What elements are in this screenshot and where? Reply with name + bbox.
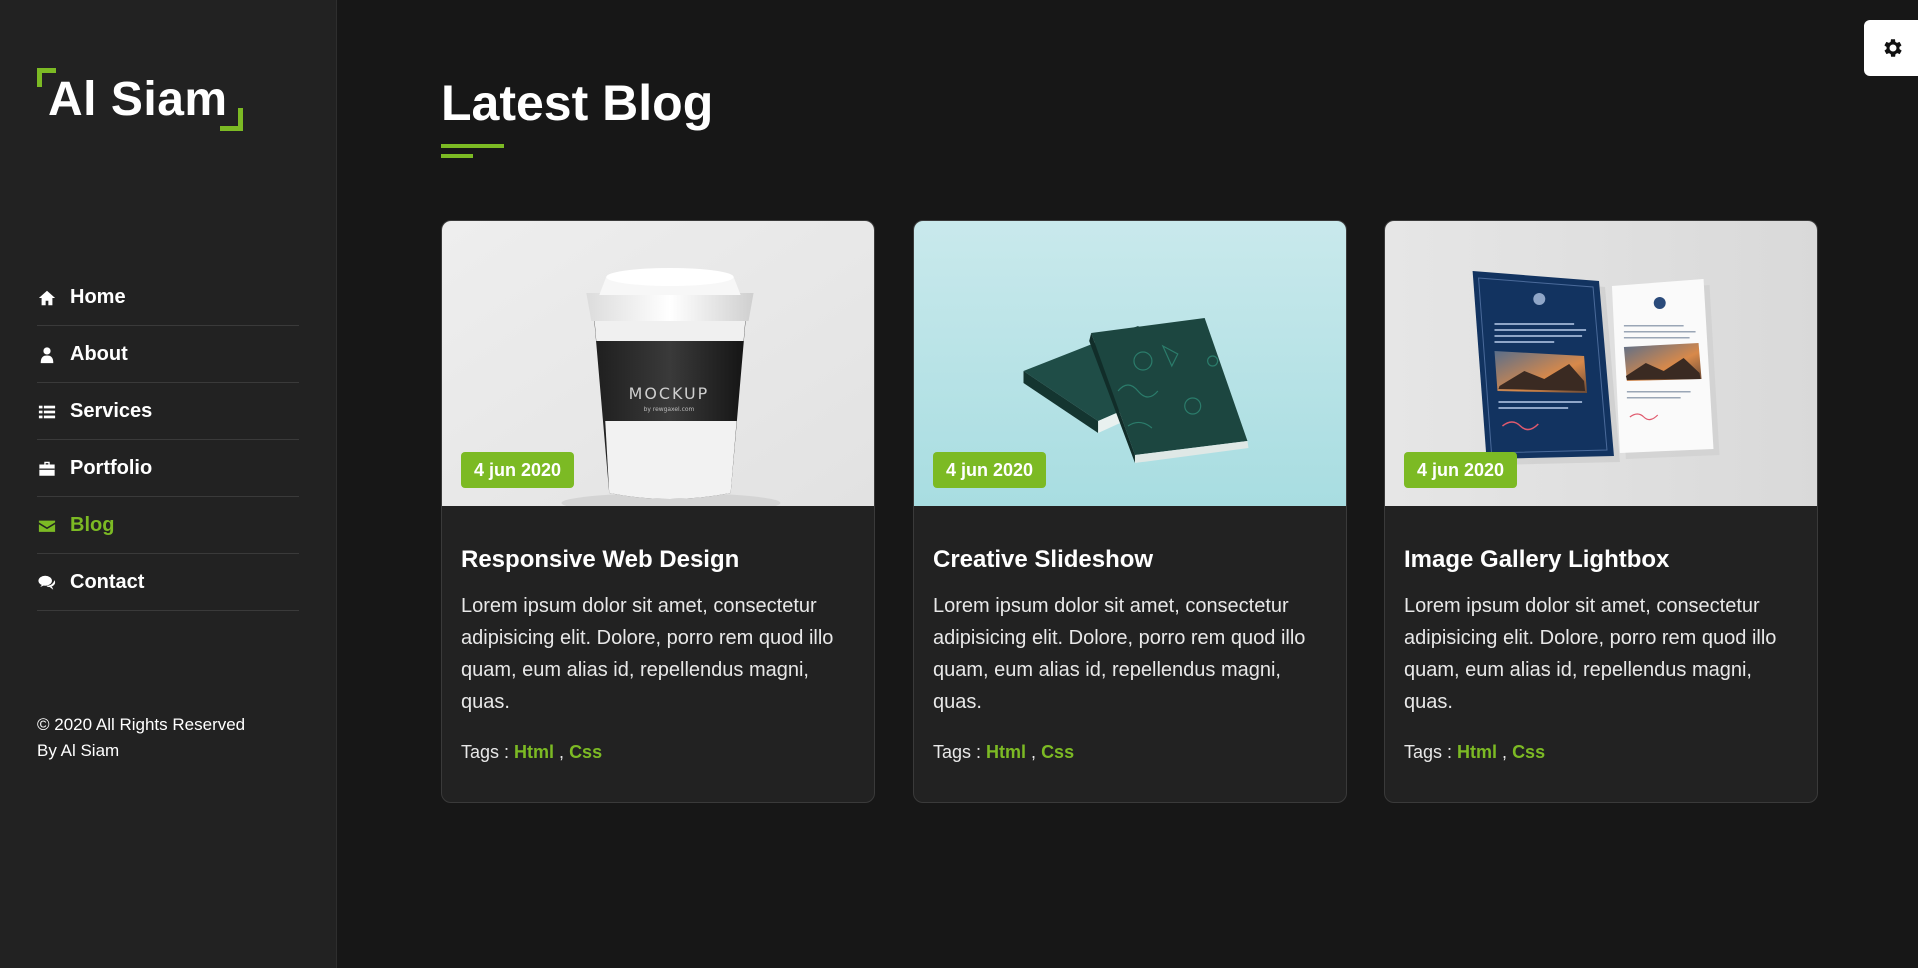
- blog-card-excerpt: Lorem ipsum dolor sit amet, consectetur …: [1404, 595, 1777, 713]
- blog-card-tags: Tags : Html , Css: [461, 742, 603, 762]
- nav-label: Services: [70, 400, 153, 422]
- blog-card[interactable]: 4 jun 2020 Creative Slideshow Lorem ipsu…: [913, 220, 1347, 803]
- user-icon: [37, 345, 57, 365]
- page-title: Latest Blog: [441, 75, 714, 131]
- nav-label: Blog: [70, 514, 115, 536]
- nav-item-about[interactable]: About: [37, 327, 299, 383]
- logo[interactable]: Al Siam: [37, 68, 247, 134]
- home-icon: [37, 288, 57, 308]
- blog-card-image: 4 jun 2020: [1385, 221, 1817, 506]
- tag-link-html[interactable]: Html: [986, 742, 1026, 762]
- date-badge: 4 jun 2020: [1404, 452, 1518, 488]
- nav-item-services[interactable]: Services: [37, 384, 299, 440]
- logo-text: Al Siam: [48, 73, 228, 126]
- blog-card[interactable]: MOCKUP by rewgaxel.com 4 jun 2020 Respon…: [441, 220, 875, 803]
- comments-icon: [37, 573, 57, 593]
- list-icon: [37, 402, 57, 422]
- tags-label: Tags :: [1404, 742, 1453, 762]
- svg-text:by rewgaxel.com: by rewgaxel.com: [644, 406, 695, 413]
- blog-card-title[interactable]: Responsive Web Design: [461, 546, 855, 574]
- gear-icon: [1881, 36, 1905, 60]
- blog-card-image: MOCKUP by rewgaxel.com 4 jun 2020: [442, 221, 874, 506]
- nav-label: Home: [70, 286, 126, 308]
- tag-link-html[interactable]: Html: [1457, 742, 1497, 762]
- tags-label: Tags :: [933, 742, 982, 762]
- envelope-icon: [37, 516, 57, 536]
- blog-card-excerpt: Lorem ipsum dolor sit amet, consectetur …: [933, 595, 1306, 713]
- date-badge: 4 jun 2020: [461, 452, 575, 488]
- blog-card-title[interactable]: Image Gallery Lightbox: [1404, 546, 1798, 574]
- blog-card[interactable]: 4 jun 2020 Image Gallery Lightbox Lorem …: [1384, 220, 1818, 803]
- copyright-author: By Al Siam: [37, 741, 120, 760]
- tag-link-css[interactable]: Css: [1041, 742, 1074, 762]
- svg-text:MOCKUP: MOCKUP: [629, 384, 710, 403]
- nav-item-home[interactable]: Home: [37, 270, 299, 326]
- briefcase-icon: [37, 459, 57, 479]
- title-underline: [441, 144, 504, 148]
- sidebar: Al Siam Home About Services Portfolio Bl…: [0, 0, 337, 968]
- nav-label: Contact: [70, 571, 145, 593]
- nav-item-portfolio[interactable]: Portfolio: [37, 441, 299, 497]
- blog-card-excerpt: Lorem ipsum dolor sit amet, consectetur …: [461, 595, 834, 713]
- date-badge: 4 jun 2020: [933, 452, 1047, 488]
- tags-label: Tags :: [461, 742, 510, 762]
- nav-item-blog[interactable]: Blog: [37, 498, 299, 554]
- blog-card-tags: Tags : Html , Css: [1404, 742, 1546, 762]
- tag-link-css[interactable]: Css: [569, 742, 602, 762]
- blog-card-title[interactable]: Creative Slideshow: [933, 546, 1327, 574]
- blog-card-image: 4 jun 2020: [914, 221, 1346, 506]
- blog-card-tags: Tags : Html , Css: [933, 742, 1075, 762]
- nav-item-contact[interactable]: Contact: [37, 555, 299, 611]
- nav-label: About: [70, 343, 128, 365]
- title-underline-short: [441, 154, 473, 158]
- nav-label: Portfolio: [70, 457, 153, 479]
- tag-link-css[interactable]: Css: [1512, 742, 1545, 762]
- copyright-line: © 2020 All Rights Reserved: [37, 715, 246, 734]
- tag-link-html[interactable]: Html: [514, 742, 554, 762]
- settings-button[interactable]: [1864, 20, 1918, 76]
- copyright: © 2020 All Rights Reserved By Al Siam: [37, 712, 245, 764]
- sidebar-nav: Home About Services Portfolio Blog Conta…: [37, 270, 299, 611]
